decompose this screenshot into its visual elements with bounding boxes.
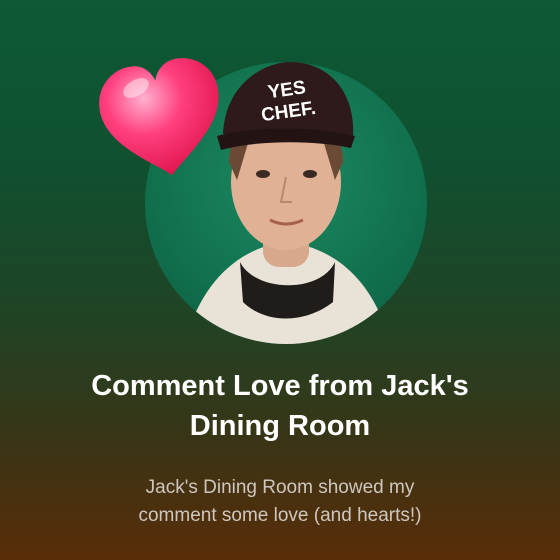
card-title: Comment Love from Jack's Dining Room (91, 370, 469, 442)
card-subtitle: Jack's Dining Room showed my comment som… (138, 477, 422, 526)
heart-icon (96, 52, 228, 184)
